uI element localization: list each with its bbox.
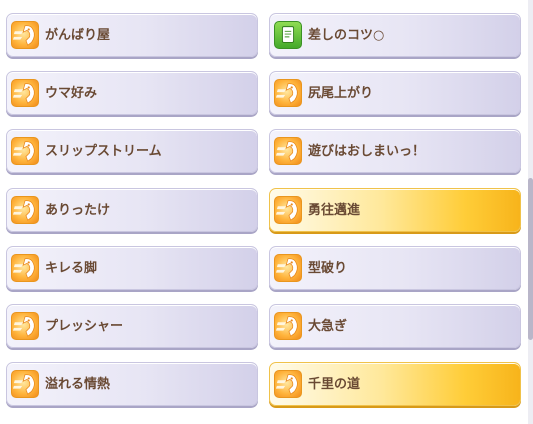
skill-label: プレッシャー (45, 319, 124, 334)
skill-label: 勇往邁進 (308, 203, 361, 218)
speed-up-icon (274, 79, 302, 107)
skill-label: 尻尾上がり (308, 86, 374, 101)
speed-up-icon (11, 79, 39, 107)
speed-up-icon (11, 370, 39, 398)
skill-label: 型破り (308, 261, 348, 276)
speed-up-icon (274, 370, 302, 398)
speed-up-icon (274, 312, 302, 340)
skill-card[interactable]: スリップストリーム (6, 129, 258, 173)
speed-up-icon (11, 137, 39, 165)
skill-label: ウマ好み (45, 86, 98, 101)
speed-up-icon (11, 196, 39, 224)
speed-up-icon (274, 196, 302, 224)
skill-card[interactable]: プレッシャー (6, 304, 258, 348)
skill-label: 差しのコツ○ (308, 28, 385, 43)
skill-label: 大急ぎ (308, 319, 348, 334)
skill-label: ありったけ (45, 203, 111, 218)
skill-card[interactable]: ウマ好み (6, 71, 258, 115)
speed-up-icon (274, 254, 302, 282)
skill-label: がんばり屋 (45, 28, 111, 43)
skill-card-highlighted[interactable]: 千里の道 (269, 362, 521, 406)
skill-card[interactable]: 型破り (269, 246, 521, 290)
speed-up-icon (11, 312, 39, 340)
skill-label: 溢れる情熱 (45, 377, 111, 392)
skill-card[interactable]: 尻尾上がり (269, 71, 521, 115)
skill-label: キレる脚 (45, 261, 98, 276)
skill-label: 千里の道 (308, 377, 361, 392)
skill-card[interactable]: がんばり屋 (6, 13, 258, 57)
skill-label: 遊びはおしまいっ！ (308, 144, 426, 159)
skill-card[interactable]: キレる脚 (6, 246, 258, 290)
skill-label: スリップストリーム (45, 144, 162, 159)
speed-up-icon (11, 21, 39, 49)
skill-card[interactable]: 溢れる情熱 (6, 362, 258, 406)
skill-card[interactable]: 遊びはおしまいっ！ (269, 129, 521, 173)
skill-card[interactable]: 差しのコツ○ (269, 13, 521, 57)
skill-card[interactable]: ありったけ (6, 188, 258, 232)
scrollbar-track[interactable] (528, 0, 533, 424)
speed-up-icon (11, 254, 39, 282)
scrollbar-thumb[interactable] (528, 178, 533, 340)
skill-list: がんばり屋 差しのコツ○ ウマ好み 尻尾上がり スリップストリーム 遊びはおしま… (0, 0, 533, 424)
card-icon (274, 21, 302, 49)
speed-up-icon (274, 137, 302, 165)
skill-card[interactable]: 大急ぎ (269, 304, 521, 348)
skill-card-highlighted[interactable]: 勇往邁進 (269, 188, 521, 232)
